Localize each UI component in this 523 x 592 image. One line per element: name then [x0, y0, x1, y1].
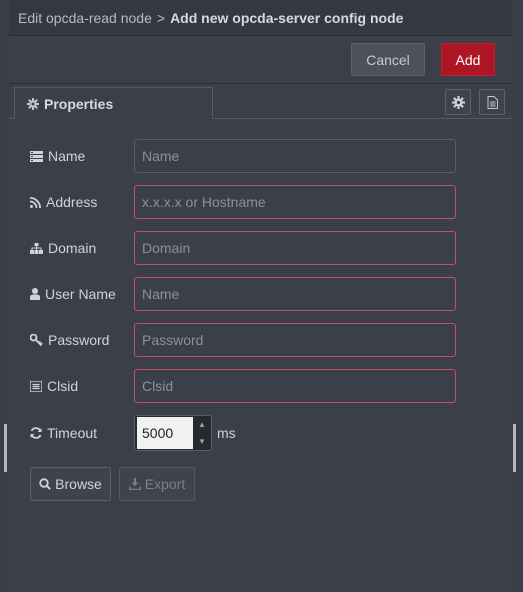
- export-button[interactable]: Export: [119, 467, 195, 501]
- description-tab[interactable]: [479, 89, 505, 115]
- node-settings-tab[interactable]: [445, 89, 471, 115]
- resize-handle-right[interactable]: [513, 424, 516, 472]
- name-label: Name: [30, 148, 134, 164]
- file-text-icon: [487, 95, 498, 109]
- username-label: User Name: [30, 286, 134, 302]
- address-input[interactable]: [134, 185, 456, 219]
- download-icon: [128, 478, 141, 490]
- spinner-down-icon[interactable]: ▼: [193, 433, 211, 450]
- timeout-row: Timeout ▲ ▼ ms: [30, 415, 236, 451]
- password-input[interactable]: [134, 323, 456, 357]
- name-row: Name: [30, 139, 456, 173]
- cog-icon: [27, 97, 39, 110]
- user-icon: [30, 288, 40, 300]
- domain-input[interactable]: [134, 231, 456, 265]
- timeout-label: Timeout: [30, 425, 134, 441]
- resize-handle-left[interactable]: [4, 424, 7, 472]
- timeout-unit: ms: [217, 425, 236, 441]
- rss-icon: [30, 196, 41, 208]
- clsid-input[interactable]: [134, 369, 456, 403]
- password-label: Password: [30, 332, 134, 348]
- cancel-button[interactable]: Cancel: [351, 43, 425, 76]
- breadcrumb-parent[interactable]: Edit opcda-read node: [18, 10, 152, 26]
- toolbar-divider: [9, 83, 512, 84]
- tab-properties-label: Properties: [44, 95, 114, 112]
- name-input[interactable]: [134, 139, 456, 173]
- tab-strip-line: [213, 118, 512, 119]
- timeout-spinner: ▲ ▼: [134, 415, 212, 451]
- search-icon: [39, 478, 52, 490]
- edit-tray: Edit opcda-read node > Add new opcda-ser…: [9, 0, 512, 592]
- key-icon: [30, 334, 43, 346]
- refresh-icon: [30, 427, 42, 439]
- cog-icon: [451, 95, 465, 109]
- spinner-arrows: ▲ ▼: [193, 416, 211, 450]
- clsid-label: Clsid: [30, 378, 134, 394]
- tab-properties[interactable]: Properties: [14, 87, 213, 119]
- address-label: Address: [30, 194, 134, 210]
- page-title: Add new opcda-server config node: [170, 9, 404, 26]
- name-tag-icon: [30, 150, 43, 162]
- tray-header: Edit opcda-read node > Add new opcda-ser…: [9, 0, 512, 36]
- password-row: Password: [30, 323, 456, 357]
- address-row: Address: [30, 185, 456, 219]
- browse-button[interactable]: Browse: [30, 467, 111, 501]
- add-button[interactable]: Add: [441, 43, 495, 76]
- username-row: User Name: [30, 277, 456, 311]
- sitemap-icon: [30, 242, 43, 254]
- list-icon: [30, 380, 42, 392]
- domain-row: Domain: [30, 231, 456, 265]
- username-input[interactable]: [134, 277, 456, 311]
- clsid-row: Clsid: [30, 369, 456, 403]
- spinner-up-icon[interactable]: ▲: [193, 416, 211, 433]
- domain-label: Domain: [30, 240, 134, 256]
- tab-strip-line: [9, 118, 14, 119]
- timeout-input[interactable]: [137, 417, 193, 449]
- breadcrumb-separator: >: [156, 9, 166, 26]
